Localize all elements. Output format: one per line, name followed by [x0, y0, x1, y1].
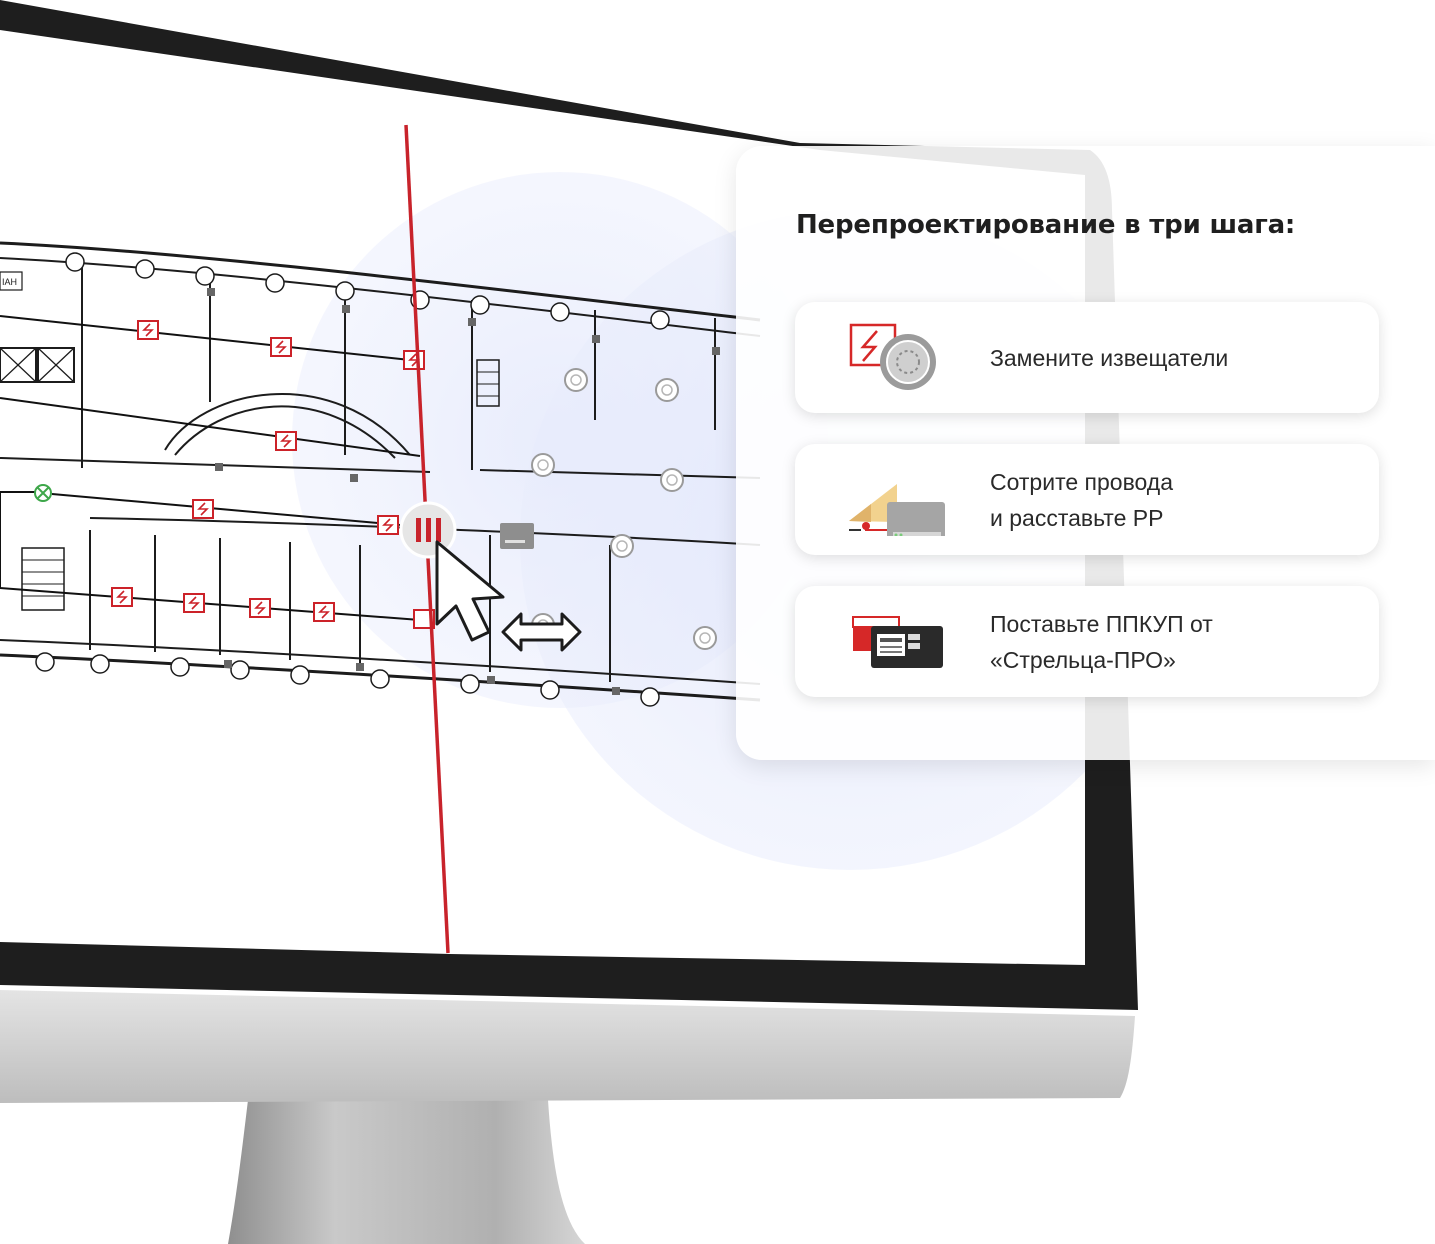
eraser-wires-icon — [849, 484, 945, 536]
steps-panel: Перепроектирование в три шага: Замените … — [736, 146, 1435, 760]
step-card-install-panel[interactable]: Поставьте ППКУП от «Стрельца-ПРО» — [795, 586, 1379, 697]
junction-box-icon — [500, 523, 534, 549]
room-tag: ІАН — [2, 277, 17, 287]
monitor-stand — [228, 1100, 585, 1244]
step-card-erase-wires[interactable]: Сотрите провода и расставьте РР — [795, 444, 1379, 555]
step-3-line-2: «Стрельца-ПРО» — [990, 646, 1176, 673]
panel-title: Перепроектирование в три шага: — [796, 210, 1296, 240]
detector-replace-icon — [849, 323, 936, 390]
step-card-replace-detectors[interactable]: Замените извещатели — [795, 302, 1379, 413]
step-3-line-1: Поставьте ППКУП от — [990, 610, 1213, 637]
step-1-line-1: Замените извещатели — [990, 344, 1229, 371]
control-panel-icon — [852, 616, 943, 668]
step-2-line-2: и расставьте РР — [990, 504, 1164, 531]
step-2-line-1: Сотрите провода — [990, 468, 1174, 495]
monitor-chin — [0, 990, 1135, 1103]
